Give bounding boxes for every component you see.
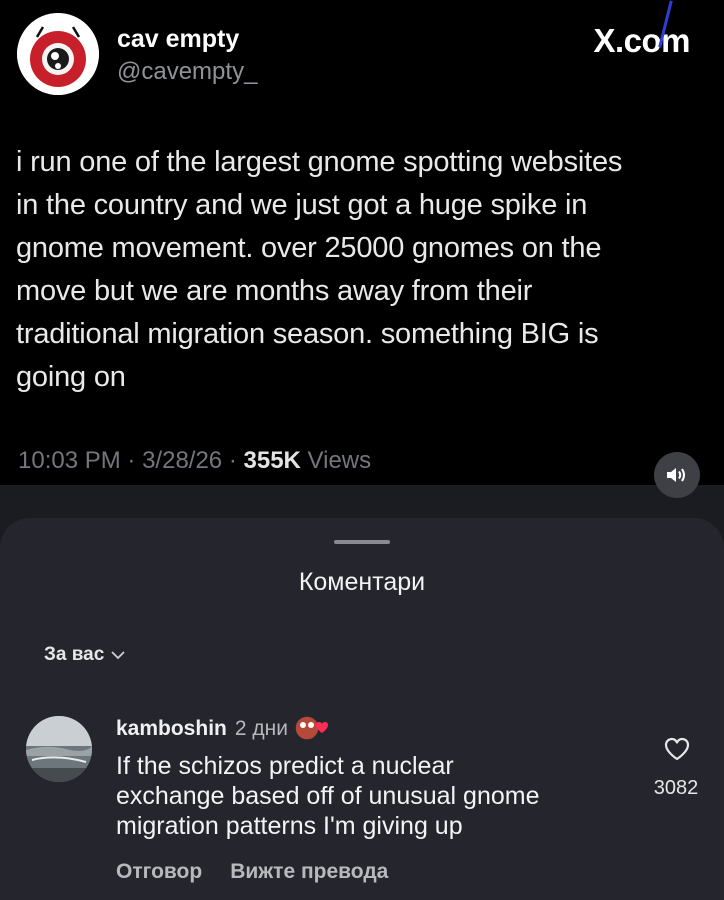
screen: cav empty @cavempty_ X.com i run one of …: [0, 0, 724, 900]
sheet-drag-handle[interactable]: [334, 540, 390, 544]
comment-actions: Отговор Вижте превода: [116, 860, 388, 884]
heart-outline-icon: [664, 737, 690, 761]
creator-liked-heart-icon: [294, 714, 328, 744]
commenter-avatar[interactable]: [26, 716, 92, 782]
comments-sheet: Коментари За вас kamboshin 2 дни If the …: [0, 518, 724, 900]
camera-lens-avatar-icon: [17, 13, 99, 95]
tweet-time: 10:03 PM: [18, 447, 121, 474]
speaker-icon: [667, 468, 685, 482]
sort-dropdown[interactable]: За вас: [44, 644, 126, 666]
tweet-date: 3/28/26: [142, 447, 223, 474]
comment-text: If the schizos predict a nuclear exchang…: [116, 752, 540, 840]
author-avatar[interactable]: [17, 13, 99, 95]
meta-separator: ·: [127, 447, 136, 474]
see-translation-button[interactable]: Вижте превода: [230, 860, 388, 884]
comment-username[interactable]: kamboshin: [116, 717, 227, 741]
comment-age: 2 дни: [234, 717, 288, 740]
sort-label: За вас: [44, 644, 105, 665]
like-count: 3082: [653, 777, 699, 799]
views-label: Views: [307, 447, 372, 474]
x-com-logo: X.com: [593, 22, 690, 59]
reply-button[interactable]: Отговор: [116, 860, 202, 884]
views-count: 355K: [243, 447, 301, 474]
tweet-text: i run one of the largest gnome spotting …: [16, 146, 623, 393]
comments-title: Коментари: [298, 568, 426, 596]
author-handle[interactable]: @cavempty_: [117, 58, 257, 86]
chevron-down-icon: [111, 651, 125, 660]
tweet-card[interactable]: cav empty @cavempty_ X.com i run one of …: [0, 0, 724, 485]
tweet-metadata: 10:03 PM · 3/28/26 · 355K Views: [18, 447, 371, 475]
sound-toggle-button[interactable]: [654, 452, 700, 498]
comment-header: kamboshin 2 дни: [116, 714, 328, 744]
like-button[interactable]: [663, 736, 691, 762]
meta-separator: ·: [228, 447, 237, 474]
commenter-avatar-image: [26, 716, 92, 782]
author-display-name[interactable]: cav empty: [117, 25, 239, 54]
